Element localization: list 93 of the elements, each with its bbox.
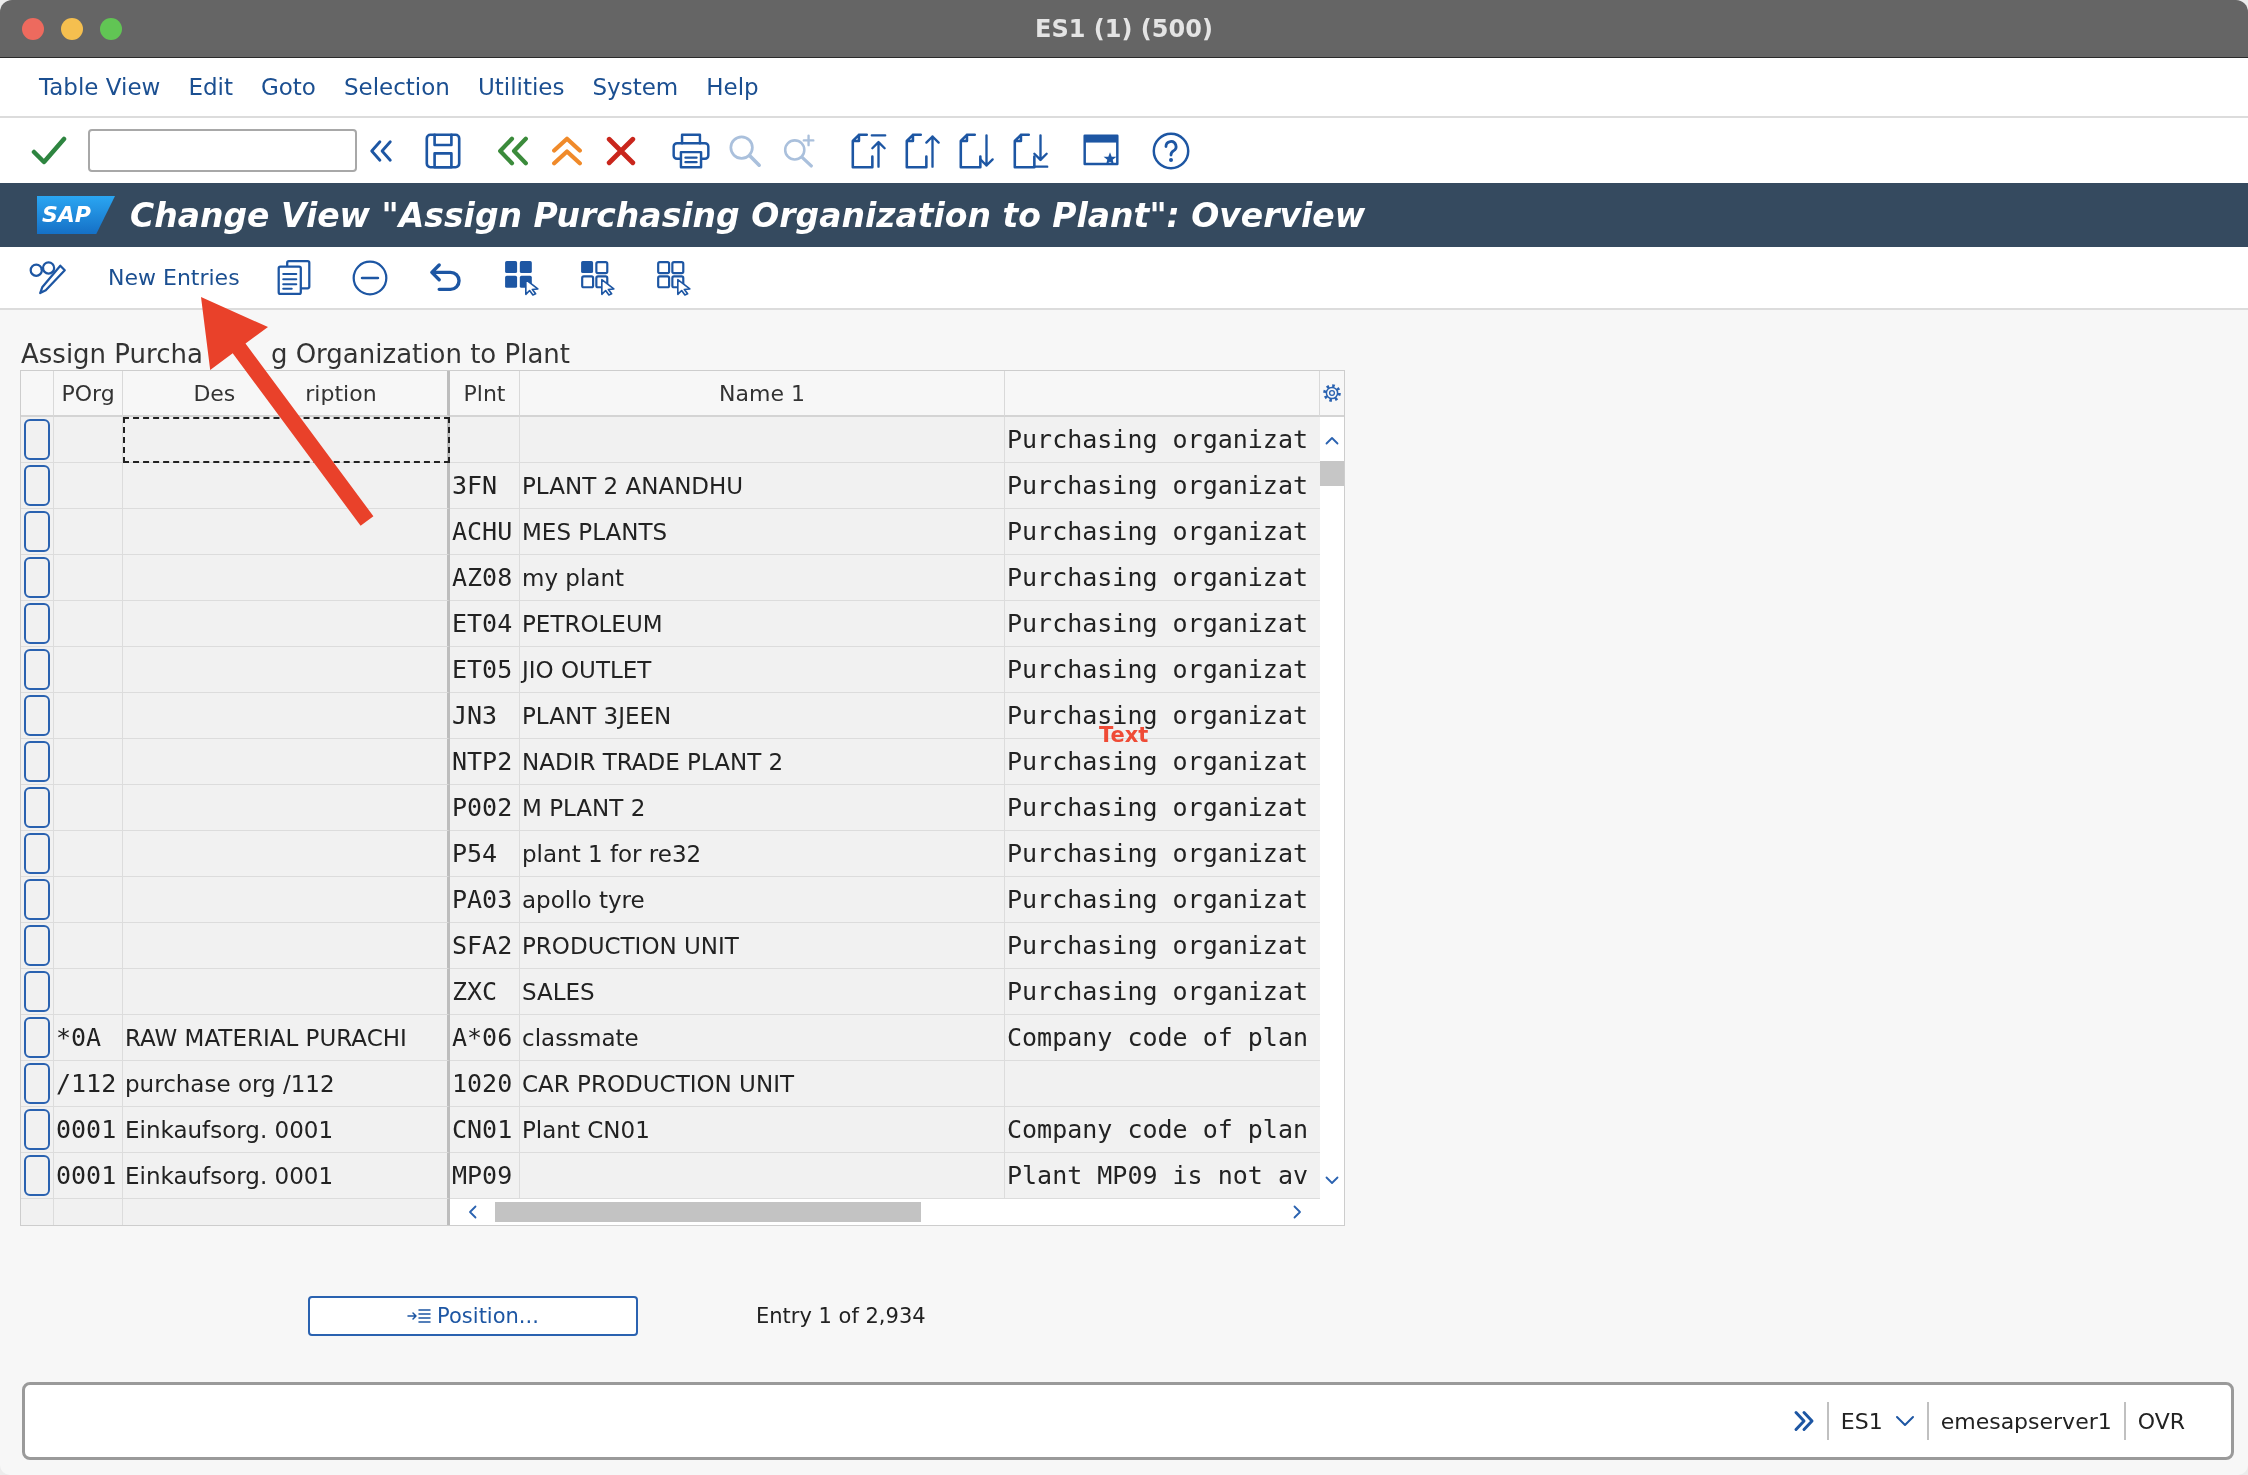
double-chevron-right-icon[interactable] xyxy=(1792,1410,1815,1432)
window-title: ES1 (1) (500) xyxy=(1035,14,1213,43)
chevron-down-icon[interactable] xyxy=(1894,1415,1915,1427)
page-arrow-up-icon[interactable] xyxy=(904,131,942,170)
table-cell: PETROLEUM xyxy=(520,601,1005,647)
document-copy-icon[interactable] xyxy=(276,259,311,296)
table-cell: P002 xyxy=(450,785,520,831)
table-cell: 3FN xyxy=(450,463,520,509)
table-title: Assign Purcha xyxy=(21,340,203,368)
table-cell: MP09 xyxy=(450,1153,520,1199)
table-cell: apollo tyre xyxy=(520,877,1005,923)
printer-icon[interactable] xyxy=(672,132,710,169)
window-maximize-icon[interactable] xyxy=(100,17,122,40)
column-header[interactable]: Plnt xyxy=(463,380,506,406)
scroll-down-icon[interactable] xyxy=(1325,1176,1339,1185)
settings-icon[interactable] xyxy=(1322,383,1342,403)
table-cell: /112 xyxy=(54,1061,123,1107)
table-cell: NADIR TRADE PLANT 2 xyxy=(520,739,1005,785)
glasses-pencil-icon[interactable] xyxy=(29,259,67,296)
table-cell: MES PLANTS xyxy=(520,509,1005,555)
table-cell: P54 xyxy=(450,831,520,877)
table-cell: RAW MATERIAL PURACHI xyxy=(123,1015,450,1061)
column-header[interactable]: Name 1 xyxy=(719,380,805,406)
table-cell: 0001 xyxy=(54,1107,123,1153)
column-header[interactable]: Des xyxy=(193,380,236,406)
logo: SAP xyxy=(37,196,115,234)
entry-count: Entry 1 of 2,934 xyxy=(756,1304,926,1328)
minus-circle-icon[interactable] xyxy=(351,259,388,296)
menu-item[interactable]: Goto xyxy=(260,74,316,100)
menu-item[interactable]: Utilities xyxy=(477,74,565,100)
arrow-list-icon xyxy=(407,1308,432,1324)
page-arrow-down-bar-icon[interactable] xyxy=(1012,131,1050,170)
table-cell: PRODUCTION UNIT xyxy=(520,923,1005,969)
table-cell: PLANT 2 ANANDHU xyxy=(520,463,1005,509)
menu-item[interactable]: Help xyxy=(706,74,759,100)
table-cell: 1020 xyxy=(450,1061,520,1107)
outline-squares-cursor-icon[interactable] xyxy=(655,259,692,296)
mixed-squares-cursor-icon[interactable] xyxy=(579,259,616,296)
table-cell: PLANT 3JEEN xyxy=(520,693,1005,739)
table-cell: classmate xyxy=(520,1015,1005,1061)
input-mode: OVR xyxy=(2137,1408,2185,1434)
save-icon[interactable] xyxy=(425,132,461,169)
scrollbar-thumb[interactable] xyxy=(1320,461,1344,486)
table-cell: CAR PRODUCTION UNIT xyxy=(520,1061,1005,1107)
system-name: ES1 xyxy=(1840,1408,1883,1434)
window-minimize-icon[interactable] xyxy=(61,17,83,40)
table-cell: ZXC xyxy=(450,969,520,1015)
table-cell: ET05 xyxy=(450,647,520,693)
undo-arrow-icon[interactable] xyxy=(428,261,463,294)
table-cell: my plant xyxy=(520,555,1005,601)
table-cell: ACHU xyxy=(450,509,520,555)
column-header[interactable]: ription xyxy=(305,380,377,406)
scrollbar-thumb[interactable] xyxy=(495,1202,921,1222)
table-cell: AZ08 xyxy=(450,555,520,601)
page-arrow-down-icon[interactable] xyxy=(958,131,996,170)
table-cell: PA03 xyxy=(450,877,520,923)
table-cell: plant 1 for re32 xyxy=(520,831,1005,877)
table-cell: JIO OUTLET xyxy=(520,647,1005,693)
double-chevron-left-icon[interactable] xyxy=(497,135,529,166)
menu-item[interactable]: Table View xyxy=(39,74,161,100)
double-chevron-left-icon[interactable] xyxy=(369,138,393,163)
scroll-right-icon[interactable] xyxy=(1293,1205,1302,1219)
table-cell: *0A xyxy=(54,1015,123,1061)
scroll-left-icon[interactable] xyxy=(468,1205,477,1219)
check-icon[interactable] xyxy=(31,135,67,166)
help-icon[interactable] xyxy=(1152,131,1190,170)
new-entries-button[interactable]: New Entries xyxy=(104,261,244,294)
menu-item[interactable]: Selection xyxy=(343,74,450,100)
command-field[interactable] xyxy=(88,129,357,172)
menu-item[interactable]: Edit xyxy=(188,74,233,100)
table-cell: Plant CN01 xyxy=(520,1107,1005,1153)
table-cell: JN3 xyxy=(450,693,520,739)
scroll-up-icon[interactable] xyxy=(1325,436,1339,445)
table-cell: 0001 xyxy=(54,1153,123,1199)
page-arrow-up-bar-icon[interactable] xyxy=(850,131,888,170)
table-title: g Organization to Plant xyxy=(270,340,570,368)
table-cell: SALES xyxy=(520,969,1005,1015)
table-cell: Einkaufsorg. 0001 xyxy=(123,1153,450,1199)
position-button[interactable]: Position... xyxy=(308,1296,638,1336)
screen-title: Change View "Assign Purchasing Organization to Plant": Overview xyxy=(130,195,1366,235)
menu-item[interactable]: System xyxy=(592,74,679,100)
table-cell: SFA2 xyxy=(450,923,520,969)
table-cell: M PLANT 2 xyxy=(520,785,1005,831)
table-cell: CN01 xyxy=(450,1107,520,1153)
server-name: emesapserver1 xyxy=(1940,1408,2112,1434)
table-cell: Einkaufsorg. 0001 xyxy=(123,1107,450,1153)
table-cell: A*06 xyxy=(450,1015,520,1061)
table-cell: NTP2 xyxy=(450,739,520,785)
table-cell: ET04 xyxy=(450,601,520,647)
x-mark-icon[interactable] xyxy=(606,135,636,166)
filled-squares-cursor-icon[interactable] xyxy=(503,259,540,296)
table-cell: purchase org /112 xyxy=(123,1061,450,1107)
column-header[interactable]: POrg xyxy=(61,380,115,406)
